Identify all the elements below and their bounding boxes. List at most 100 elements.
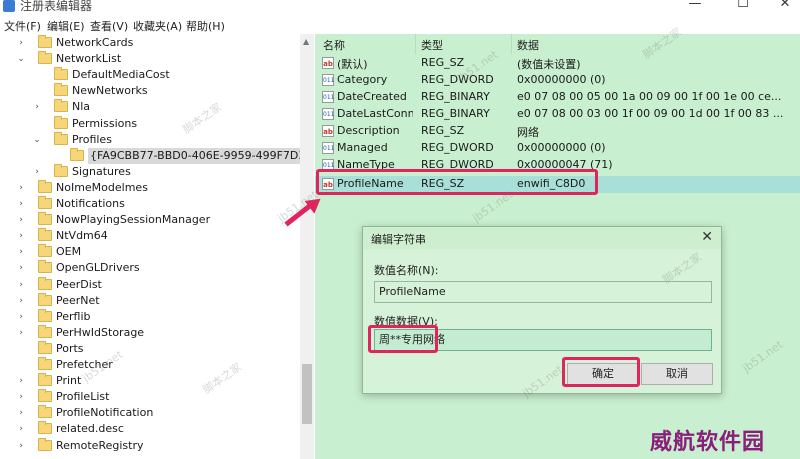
expand-chevron-icon[interactable]: › — [16, 309, 26, 325]
folder-icon — [54, 131, 68, 145]
tree-item[interactable]: › Signatures — [0, 163, 300, 180]
expand-chevron-icon[interactable]: › — [16, 421, 26, 437]
tree-item[interactable]: NewNetworks — [0, 83, 300, 99]
tree-item[interactable]: › Perflib — [0, 308, 300, 325]
column-divider[interactable] — [415, 34, 416, 54]
folder-icon — [54, 163, 68, 177]
tree-item[interactable]: › PeerDist — [0, 276, 300, 293]
registry-key-tree[interactable]: › NetworkCards ⌄ NetworkList DefaultMediaCos… — [0, 34, 314, 459]
binary-value-icon: 011 — [322, 108, 334, 120]
close-button[interactable]: ✕ — [770, 0, 800, 12]
scroll-up-icon[interactable]: ▲ — [303, 37, 309, 46]
ok-button-highlight-box — [562, 357, 640, 387]
expand-chevron-icon[interactable]: › — [32, 99, 42, 115]
tree-item[interactable]: › NetworkCards — [0, 35, 300, 51]
folder-icon — [38, 244, 52, 258]
collapse-chevron-icon[interactable]: ⌄ — [16, 51, 26, 67]
expand-chevron-icon — [48, 148, 58, 164]
tree-item-label: {FA9CBB77-BBD0-406E-9959-499F7D3E0593} — [88, 147, 313, 164]
column-divider[interactable] — [511, 34, 512, 54]
tree-item[interactable]: › PerHwIdStorage — [0, 324, 300, 341]
column-name-header[interactable]: 名称 — [323, 37, 345, 53]
tree-item-label: Print — [56, 374, 82, 388]
tree-item[interactable]: › related.desc — [0, 421, 300, 437]
menu-file[interactable]: 文件(F) — [4, 18, 41, 34]
tree-item[interactable]: Permissions — [0, 115, 300, 132]
binary-value-icon: 011 — [322, 91, 334, 103]
tree-item-label: PerHwIdStorage — [56, 325, 145, 339]
value-row[interactable]: 011 Category REG_DWORD 0x00000000 (0) — [315, 72, 800, 89]
value-row[interactable]: ab (默认) REG_SZ (数值未设置) — [315, 55, 800, 72]
menu-favorites[interactable]: 收藏夹(A) — [133, 18, 182, 34]
menu-help[interactable]: 帮助(H) — [186, 18, 225, 34]
expand-chevron-icon[interactable]: › — [16, 438, 26, 454]
tree-item-label: Notifications — [56, 197, 125, 210]
tree-item[interactable]: › OEM — [0, 244, 300, 260]
expand-chevron-icon — [32, 116, 42, 132]
expand-chevron-icon[interactable]: › — [32, 164, 42, 180]
column-header: 名称 类型 数据 — [315, 34, 800, 54]
expand-chevron-icon[interactable]: › — [16, 293, 26, 309]
tree-item[interactable]: ⌄ NetworkList — [0, 51, 300, 67]
expand-chevron-icon[interactable]: › — [16, 212, 26, 228]
scrollbar-thumb[interactable] — [302, 364, 312, 424]
value-name-cell: Description — [337, 124, 400, 137]
dialog-close-icon[interactable]: ✕ — [701, 229, 713, 245]
folder-icon — [38, 373, 52, 387]
tree-item[interactable]: › Print — [0, 373, 300, 389]
expand-chevron-icon[interactable]: › — [16, 389, 26, 405]
menu-view[interactable]: 查看(V) — [90, 18, 128, 34]
tree-item[interactable]: {FA9CBB77-BBD0-406E-9959-499F7D3E0593} — [0, 147, 313, 164]
value-row[interactable]: 011 Managed REG_DWORD 0x00000000 (0) — [315, 140, 800, 157]
menu-edit[interactable]: 编辑(E) — [47, 18, 85, 34]
tree-item[interactable]: › PeerNet — [0, 292, 300, 309]
tree-item-label: DefaultMediaCost — [72, 68, 170, 82]
value-row[interactable]: ab Description REG_SZ 网络 — [315, 123, 800, 140]
tree-item[interactable]: › OpenGLDrivers — [0, 260, 300, 276]
tree-item[interactable]: › NowPlayingSessionManager — [0, 212, 300, 228]
tree-item-label: Perflib — [56, 309, 91, 323]
binary-value-icon: 011 — [322, 74, 334, 86]
tree-item[interactable]: › Nla — [0, 99, 300, 115]
column-type-header[interactable]: 类型 — [421, 37, 443, 53]
value-row[interactable]: 011DateLastConn... REG_BINARY e0 07 08 00 … — [315, 106, 800, 123]
expand-chevron-icon[interactable]: › — [16, 196, 26, 212]
tree-item[interactable]: › NoImeModelmes — [0, 179, 300, 196]
tree-item[interactable]: › ProfileNotification — [0, 405, 300, 421]
tree-scrollbar[interactable]: ▲ — [300, 34, 314, 459]
expand-chevron-icon[interactable]: › — [16, 228, 26, 244]
tree-item-label: RemoteRegistry — [56, 438, 144, 452]
tree-item-label: NowPlayingSessionManager — [56, 213, 211, 227]
minimize-button[interactable]: — — [680, 0, 710, 12]
expand-chevron-icon[interactable]: › — [16, 277, 26, 293]
value-data-cell: 0x00000000 (0) — [517, 141, 606, 154]
expand-chevron-icon[interactable]: › — [16, 35, 26, 51]
tree-item[interactable]: DefaultMediaCost — [0, 67, 300, 83]
tree-item[interactable]: ⌄ Profiles — [0, 131, 300, 148]
column-data-header[interactable]: 数据 — [517, 37, 539, 53]
tree-item-label: related.desc — [56, 422, 124, 436]
expand-chevron-icon[interactable]: › — [16, 244, 26, 260]
value-data-highlight-box — [368, 325, 438, 353]
expand-chevron-icon[interactable]: › — [16, 260, 26, 276]
tree-item[interactable]: Ports — [0, 340, 300, 357]
value-name-cell: Category — [337, 73, 388, 86]
tree-item[interactable]: › Notifications — [0, 196, 300, 212]
tree-item-label: Ports — [56, 341, 84, 355]
expand-chevron-icon[interactable]: › — [16, 180, 26, 196]
value-row[interactable]: 011 DateCreated REG_BINARY e0 07 08 00 05 0… — [315, 89, 800, 106]
tree-item[interactable]: › RemoteRegistry — [0, 437, 300, 454]
collapse-chevron-icon[interactable]: ⌄ — [32, 132, 42, 148]
expand-chevron-icon[interactable]: › — [16, 373, 26, 389]
expand-chevron-icon[interactable]: › — [16, 325, 26, 341]
tree-item[interactable]: › NtVdm64 — [0, 228, 300, 244]
expand-chevron-icon[interactable]: › — [16, 405, 26, 421]
folder-icon — [54, 67, 68, 81]
folder-icon — [38, 179, 52, 193]
folder-icon — [38, 260, 52, 274]
maximize-button[interactable]: ☐ — [728, 0, 758, 12]
tree-item[interactable]: Prefetcher — [0, 357, 300, 373]
tree-item[interactable]: › ProfileList — [0, 389, 300, 405]
cancel-button[interactable]: 取消 — [641, 363, 713, 385]
tree-item-label: NetworkList — [56, 52, 122, 66]
